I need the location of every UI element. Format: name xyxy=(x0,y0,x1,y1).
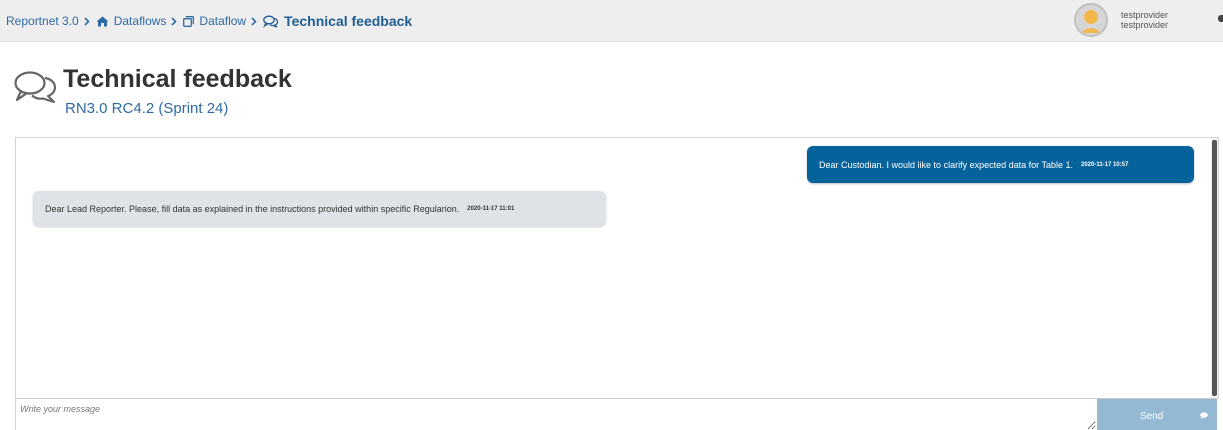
user-menu[interactable]: testprovider testprovider xyxy=(1074,1,1168,39)
breadcrumb-reportnet-label: Reportnet 3.0 xyxy=(6,14,79,28)
user-avatar-icon xyxy=(1076,5,1106,35)
breadcrumb-dataflows[interactable]: Dataflows xyxy=(96,14,167,28)
message-text: Dear Custodian. I would like to clarify … xyxy=(819,159,1073,170)
breadcrumb-dataflow-label: Dataflow xyxy=(199,14,247,28)
message-sent: Dear Custodian. I would like to clarify … xyxy=(807,146,1194,183)
send-button-label: Send xyxy=(1140,411,1164,422)
message-timestamp: 2020-11-17 10:57 xyxy=(1080,161,1129,168)
scrollbar[interactable] xyxy=(1211,138,1218,398)
chevron-right-icon xyxy=(171,16,178,26)
breadcrumb: Reportnet 3.0 Dataflows Dataflow Technic… xyxy=(6,11,412,31)
send-button[interactable]: Send xyxy=(1097,399,1217,430)
clone-icon xyxy=(183,15,195,27)
message-received: Dear Lead Reporter. Please, fill data as… xyxy=(33,191,606,226)
page-title: Technical feedback xyxy=(63,65,292,93)
chevron-right-icon xyxy=(84,16,90,26)
breadcrumb-reportnet[interactable]: Reportnet 3.0 xyxy=(6,14,79,28)
comment-icon xyxy=(1200,411,1208,422)
message-input[interactable] xyxy=(15,399,1096,430)
top-bar: Reportnet 3.0 Dataflows Dataflow Technic… xyxy=(0,0,1223,42)
scrollbar-thumb[interactable] xyxy=(1212,140,1217,396)
breadcrumb-dataflow[interactable]: Dataflow xyxy=(183,14,246,28)
user-name: testprovider xyxy=(1121,10,1169,20)
avatar[interactable] xyxy=(1074,3,1108,37)
user-names: testprovider testprovider xyxy=(1121,10,1168,30)
message-timestamp: 2020-11-17 11:01 xyxy=(467,205,515,212)
message-text: Dear Lead Reporter. Please, fill data as… xyxy=(45,203,460,214)
chevron-right-icon xyxy=(251,16,257,26)
edge-handle xyxy=(1218,15,1223,22)
breadcrumb-technical-feedback: Technical feedback xyxy=(263,13,412,29)
user-role: testprovider xyxy=(1121,20,1169,30)
breadcrumb-dataflows-label: Dataflows xyxy=(113,14,167,28)
page-subtitle: RN3.0 RC4.2 (Sprint 24) xyxy=(65,100,229,117)
breadcrumb-technical-feedback-label: Technical feedback xyxy=(284,13,413,29)
comments-icon xyxy=(263,15,279,28)
comments-icon xyxy=(13,70,59,111)
message-list[interactable]: Dear Custodian. I would like to clarify … xyxy=(15,137,1219,399)
home-icon xyxy=(96,16,109,27)
